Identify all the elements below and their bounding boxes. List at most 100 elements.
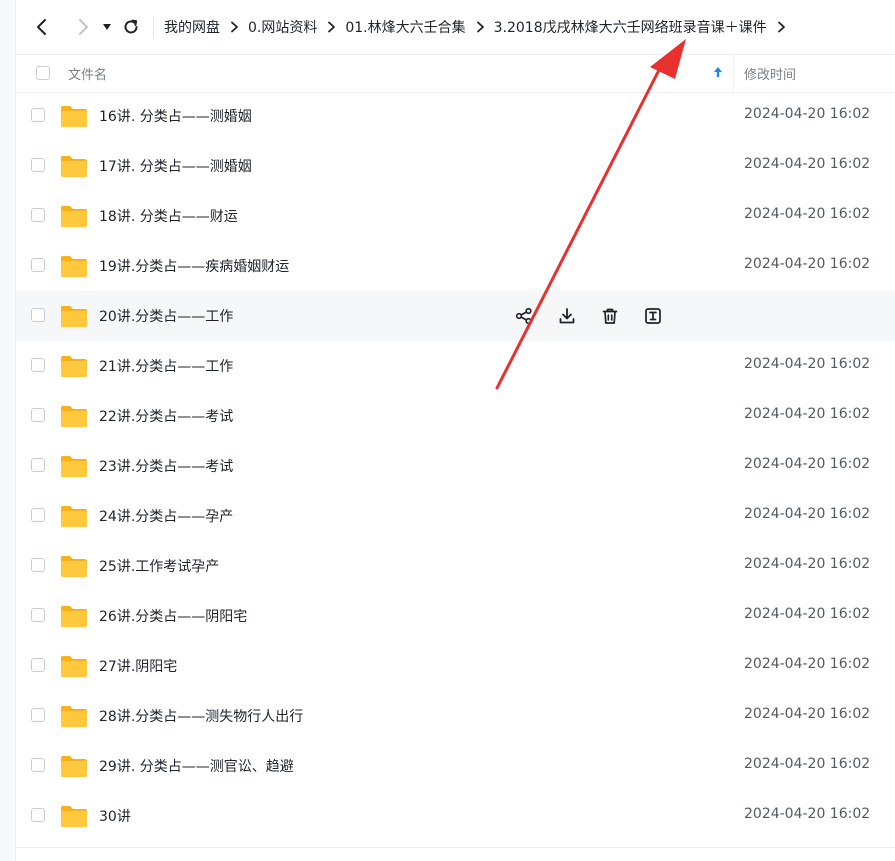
file-row[interactable]: 21讲.分类占——工作 2024-04-20 16:02 [16,341,895,391]
file-row[interactable]: 20讲.分类占——工作 [16,291,895,341]
column-divider[interactable] [733,55,734,91]
file-row[interactable]: 27讲.阴阳宅 2024-04-20 16:02 [16,641,895,691]
left-panel-edge [0,0,16,861]
chevron-right-icon [79,19,88,35]
breadcrumb-separator-icon [230,21,239,33]
navigation-bar: 我的网盘 0.网站资料 01.林烽大六壬合集 3.2018戊戌林烽大六壬网络班录… [16,0,895,54]
sort-ascending-icon[interactable] [713,64,723,80]
row-checkbox[interactable] [31,358,45,372]
breadcrumb-separator-icon [327,21,336,33]
file-name[interactable]: 27讲.阴阳宅 [99,656,177,676]
file-row[interactable]: 24讲.分类占——孕产 2024-04-20 16:02 [16,491,895,541]
folder-icon [60,254,88,282]
file-row[interactable]: 17讲. 分类占——测婚姻 2024-04-20 16:02 [16,141,895,191]
folder-icon [60,104,88,132]
file-row[interactable]: 16讲. 分类占——测婚姻 2024-04-20 16:02 [16,91,895,141]
row-checkbox[interactable] [31,158,45,172]
back-button[interactable] [28,13,56,41]
row-checkbox[interactable] [31,608,45,622]
row-checkbox[interactable] [31,758,45,772]
file-name[interactable]: 28讲.分类占——测失物行人出行 [99,706,303,726]
folder-icon [60,754,88,782]
caret-down-icon [103,24,111,30]
modified-time: 2024-04-20 16:02 [744,106,871,122]
file-row[interactable]: 22讲.分类占——考试 2024-04-20 16:02 [16,391,895,441]
folder-icon [60,654,88,682]
breadcrumb-item-collection[interactable]: 01.林烽大六壬合集 [345,17,465,37]
breadcrumb: 我的网盘 0.网站资料 01.林烽大六壬合集 3.2018戊戌林烽大六壬网络班录… [164,17,795,37]
refresh-button[interactable] [117,13,145,41]
folder-icon [60,554,88,582]
file-name[interactable]: 17讲. 分类占——测婚姻 [99,156,252,176]
folder-icon [60,354,88,382]
file-row[interactable]: 30讲 2024-04-20 16:02 [16,791,895,841]
file-row[interactable]: 18讲. 分类占——财运 2024-04-20 16:02 [16,191,895,241]
modified-time: 2024-04-20 16:02 [744,656,871,672]
breadcrumb-item-website[interactable]: 0.网站资料 [248,17,317,37]
row-checkbox[interactable] [31,458,45,472]
folder-icon [60,704,88,732]
column-header-modified-time[interactable]: 修改时间 [744,64,796,83]
breadcrumb-separator-icon [476,21,485,33]
file-name[interactable]: 21讲.分类占——工作 [99,356,233,376]
row-checkbox[interactable] [31,658,45,672]
modified-time: 2024-04-20 16:02 [744,206,871,222]
folder-icon [60,304,88,332]
row-checkbox[interactable] [31,558,45,572]
breadcrumb-item-current[interactable]: 3.2018戊戌林烽大六壬网络班录音课＋课件 [494,17,767,37]
modified-time: 2024-04-20 16:02 [744,456,871,472]
file-row[interactable]: 29讲. 分类占——测官讼、趋避 2024-04-20 16:02 [16,741,895,791]
select-all-checkbox[interactable] [36,66,50,80]
list-bottom-border [16,847,895,848]
row-checkbox[interactable] [31,108,45,122]
file-name[interactable]: 30讲 [99,806,131,826]
forward-button[interactable] [69,13,97,41]
modified-time: 2024-04-20 16:02 [744,506,871,522]
file-row[interactable]: 19讲.分类占——疾病婚姻财运 2024-04-20 16:02 [16,241,895,291]
file-name[interactable]: 19讲.分类占——疾病婚姻财运 [99,256,289,276]
row-checkbox[interactable] [31,708,45,722]
row-checkbox[interactable] [31,408,45,422]
file-row[interactable]: 28讲.分类占——测失物行人出行 2024-04-20 16:02 [16,691,895,741]
modified-time: 2024-04-20 16:02 [744,806,871,822]
folder-icon [60,454,88,482]
file-row[interactable]: 23讲.分类占——考试 2024-04-20 16:02 [16,441,895,491]
column-header-name[interactable]: 文件名 [68,64,107,83]
file-name[interactable]: 18讲. 分类占——财运 [99,206,238,226]
file-row[interactable]: 25讲.工作考试孕产 2024-04-20 16:02 [16,541,895,591]
refresh-icon [124,19,138,34]
modified-time: 2024-04-20 16:02 [744,256,871,272]
folder-icon [60,604,88,632]
modified-time: 2024-04-20 16:02 [744,556,871,572]
modified-time: 2024-04-20 16:02 [744,356,871,372]
rename-icon[interactable] [641,304,665,328]
row-checkbox[interactable] [31,208,45,222]
folder-icon [60,504,88,532]
file-name[interactable]: 16讲. 分类占——测婚姻 [99,106,252,126]
file-name[interactable]: 22讲.分类占——考试 [99,406,233,426]
file-list: 16讲. 分类占——测婚姻 2024-04-20 16:02 17讲. 分类占——测… [16,91,895,841]
folder-icon [60,404,88,432]
row-actions [512,304,684,328]
file-row[interactable]: 26讲.分类占——阴阳宅 2024-04-20 16:02 [16,591,895,641]
modified-time: 2024-04-20 16:02 [744,606,871,622]
file-name[interactable]: 25讲.工作考试孕产 [99,556,219,576]
nav-divider [153,16,154,38]
share-icon[interactable] [512,304,536,328]
download-icon[interactable] [555,304,579,328]
file-name[interactable]: 24讲.分类占——孕产 [99,506,233,526]
row-checkbox[interactable] [31,308,45,322]
breadcrumb-item-root[interactable]: 我的网盘 [164,17,220,37]
file-name[interactable]: 20讲.分类占——工作 [99,306,233,326]
folder-icon [60,204,88,232]
row-checkbox[interactable] [31,508,45,522]
file-name[interactable]: 23讲.分类占——考试 [99,456,233,476]
file-name[interactable]: 29讲. 分类占——测官讼、趋避 [99,756,294,776]
row-checkbox[interactable] [31,258,45,272]
file-name[interactable]: 26讲.分类占——阴阳宅 [99,606,247,626]
modified-time: 2024-04-20 16:02 [744,756,871,772]
delete-icon[interactable] [598,304,622,328]
history-dropdown-button[interactable] [99,13,115,41]
row-checkbox[interactable] [31,808,45,822]
folder-icon [60,804,88,832]
